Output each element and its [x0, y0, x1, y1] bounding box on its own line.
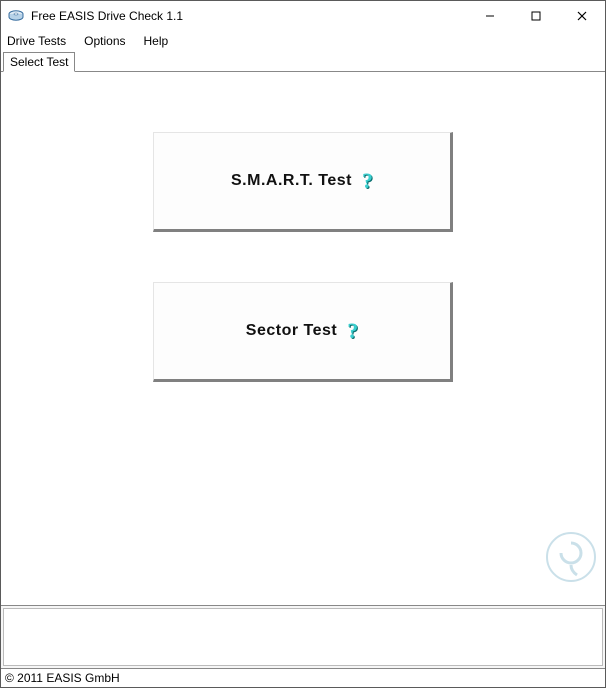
tab-select-test[interactable]: Select Test [3, 52, 75, 72]
main-panel: S.M.A.R.T. Test ? Sector Test ? [1, 72, 605, 605]
log-textarea[interactable] [3, 608, 603, 666]
help-icon: ? [347, 318, 358, 344]
status-bar: © 2011 EASIS GmbH [1, 668, 605, 687]
maximize-button[interactable] [513, 1, 559, 31]
menu-drive-tests[interactable]: Drive Tests [5, 33, 68, 49]
menu-options[interactable]: Options [82, 33, 127, 49]
menu-help[interactable]: Help [142, 33, 171, 49]
app-window: Free EASIS Drive Check 1.1 Drive Tests O… [0, 0, 606, 688]
smart-test-button[interactable]: S.M.A.R.T. Test ? [153, 132, 453, 232]
smart-test-label: S.M.A.R.T. Test [231, 172, 352, 190]
log-panel [1, 605, 605, 668]
disk-icon [7, 7, 25, 25]
minimize-button[interactable] [467, 1, 513, 31]
window-controls [467, 1, 605, 31]
menu-bar: Drive Tests Options Help [1, 31, 605, 51]
window-title: Free EASIS Drive Check 1.1 [31, 9, 467, 23]
help-icon: ? [362, 168, 373, 194]
copyright-text: © 2011 EASIS GmbH [5, 671, 120, 685]
watermark-icon [543, 529, 599, 585]
tab-strip: Select Test [1, 51, 605, 71]
sector-test-label: Sector Test [246, 322, 337, 340]
title-bar: Free EASIS Drive Check 1.1 [1, 1, 605, 31]
sector-test-button[interactable]: Sector Test ? [153, 282, 453, 382]
close-button[interactable] [559, 1, 605, 31]
